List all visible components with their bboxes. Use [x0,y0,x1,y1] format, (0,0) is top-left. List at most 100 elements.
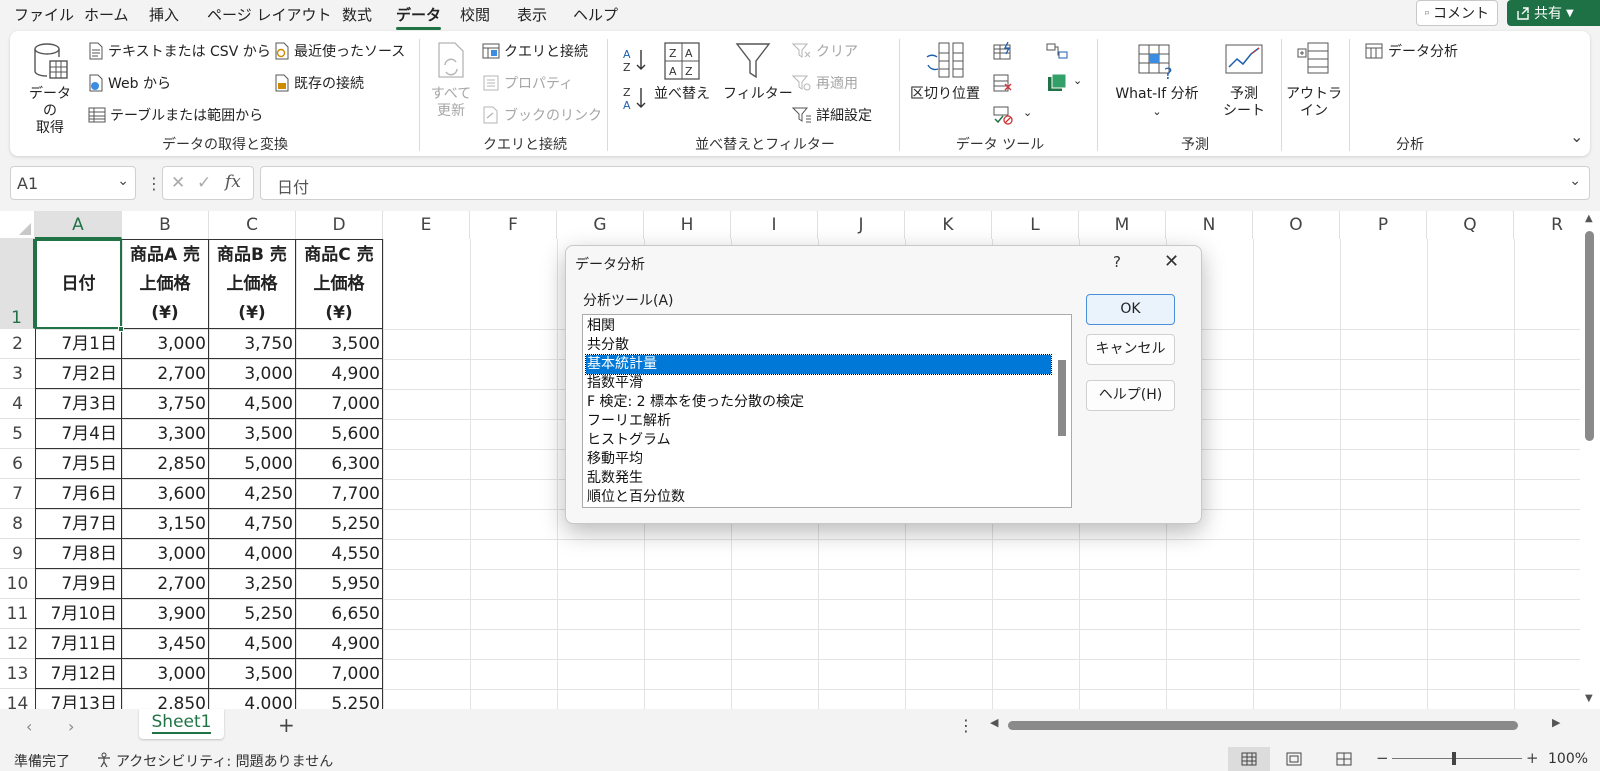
insert-function-icon[interactable]: fx [225,172,241,192]
cell-b14[interactable]: 2,850 [122,689,209,709]
remove-duplicates-icon[interactable] [992,73,1014,93]
row-header-11[interactable]: 11 [0,599,35,629]
zoom-level[interactable]: 100% [1548,751,1588,767]
column-header-b[interactable]: B [122,211,209,239]
vertical-scrollbar[interactable]: ▲ ▼ [1580,211,1600,709]
cell-b11[interactable]: 3,900 [122,599,209,629]
analysis-tools-list[interactable]: 相関 共分散 基本統計量 指数平滑 F 検定: 2 標本を使った分散の検定 フーリエ解析ヒ… [582,314,1072,508]
zoom-in-icon[interactable]: + [1526,749,1539,767]
cell-c12[interactable]: 4,500 [209,629,296,659]
cell-d6[interactable]: 6,300 [296,449,383,479]
chevron-down-icon[interactable]: ⌄ [117,173,129,189]
ok-button[interactable]: OK [1086,294,1175,325]
row-header-1[interactable]: 1 [0,239,35,329]
sheet-tab-sheet1[interactable]: Sheet1 [139,709,224,739]
row-header-12[interactable]: 12 [0,629,35,659]
scroll-down-icon[interactable]: ▼ [1585,693,1593,704]
analysis-tool-item[interactable]: 移動平均 [586,450,1051,469]
chevron-down-icon[interactable]: ⌄ [1073,74,1082,87]
cell-a11[interactable]: 7月10日 [35,599,122,629]
refresh-all-button[interactable]: すべて 更新 [428,41,474,120]
web-button[interactable]: Web から [88,73,171,93]
cell-d1[interactable]: 商品C 売 上価格 (¥) [296,239,383,329]
cell-d9[interactable]: 4,550 [296,539,383,569]
sort-descending-button[interactable]: ZA [622,85,648,111]
column-header-p[interactable]: P [1340,211,1427,239]
collapse-ribbon-icon[interactable]: ⌄ [1570,127,1583,146]
column-header-e[interactable]: E [383,211,470,239]
cell-b10[interactable]: 2,700 [122,569,209,599]
row-header-10[interactable]: 10 [0,569,35,599]
column-header-h[interactable]: H [644,211,731,239]
existing-connections-button[interactable]: 既存の接続 [274,73,364,93]
scroll-right-icon[interactable]: ▶ [1552,716,1560,729]
list-scrollbar[interactable] [1054,316,1070,506]
chevron-down-icon[interactable]: ⌄ [1023,106,1032,119]
select-all-corner[interactable] [0,211,35,239]
row-header-6[interactable]: 6 [0,449,35,479]
row-header-14[interactable]: 14 [0,689,35,709]
row-header-2[interactable]: 2 [0,329,35,359]
cell-d8[interactable]: 5,250 [296,509,383,539]
tab-view[interactable]: 表示 [517,4,547,25]
column-header-c[interactable]: C [209,211,296,239]
cell-d3[interactable]: 4,900 [296,359,383,389]
row-header-5[interactable]: 5 [0,419,35,449]
row-header-7[interactable]: 7 [0,479,35,509]
page-break-view-icon[interactable] [1336,752,1352,766]
cell-d10[interactable]: 5,950 [296,569,383,599]
row-header-9[interactable]: 9 [0,539,35,569]
cell-c2[interactable]: 3,750 [209,329,296,359]
cell-d12[interactable]: 4,900 [296,629,383,659]
tab-data[interactable]: データ [396,4,442,30]
data-validation-icon[interactable] [992,105,1014,125]
cell-a12[interactable]: 7月11日 [35,629,122,659]
tab-help[interactable]: ヘルプ [573,4,618,25]
cell-c5[interactable]: 3,500 [209,419,296,449]
more-options-icon[interactable]: ⋮ [146,174,162,193]
cell-b4[interactable]: 3,750 [122,389,209,419]
relationships-icon[interactable] [1046,41,1068,61]
cell-b8[interactable]: 3,150 [122,509,209,539]
cell-a2[interactable]: 7月1日 [35,329,122,359]
cell-b7[interactable]: 3,600 [122,479,209,509]
row-header-8[interactable]: 8 [0,509,35,539]
zoom-slider-handle[interactable] [1452,752,1456,765]
text-csv-button[interactable]: テキストまたは CSV から [88,41,271,61]
cell-c8[interactable]: 4,750 [209,509,296,539]
cell-b3[interactable]: 2,700 [122,359,209,389]
column-header-q[interactable]: Q [1427,211,1514,239]
cell-d5[interactable]: 5,600 [296,419,383,449]
prev-sheet-icon[interactable]: ‹ [26,717,32,736]
vertical-scroll-thumb[interactable] [1585,231,1594,441]
cell-c7[interactable]: 4,250 [209,479,296,509]
advanced-filter-button[interactable]: 詳細設定 [792,105,872,125]
horizontal-scroll-thumb[interactable] [1008,721,1518,730]
list-scroll-thumb[interactable] [1058,360,1066,436]
cell-d14[interactable]: 5,250 [296,689,383,709]
cell-d13[interactable]: 7,000 [296,659,383,689]
scroll-up-icon[interactable]: ▲ [1585,213,1593,224]
analysis-tool-item[interactable]: 指数平滑 [586,374,1051,393]
cell-c10[interactable]: 3,250 [209,569,296,599]
cell-a14[interactable]: 7月13日 [35,689,122,709]
comment-button[interactable]: コメント [1416,0,1498,26]
close-icon[interactable]: ✕ [1164,251,1179,272]
data-model-icon[interactable] [1046,73,1068,93]
zoom-out-icon[interactable]: − [1376,749,1389,767]
analysis-tool-item[interactable]: F 検定: 2 標本を使った分散の検定 [586,393,1051,412]
chevron-down-icon[interactable]: ▼ [1566,8,1574,19]
accessibility-icon[interactable] [96,752,112,768]
text-to-columns-button[interactable]: 区切り位置 [909,41,981,103]
analysis-tool-item[interactable]: 順位と百分位数 [586,488,1051,507]
outline-button[interactable]: アウトラ イン [1286,41,1342,120]
column-header-l[interactable]: L [992,211,1079,239]
row-header-3[interactable]: 3 [0,359,35,389]
recent-sources-button[interactable]: 最近使ったソース [274,41,405,61]
cell-d4[interactable]: 7,000 [296,389,383,419]
sort-ascending-button[interactable]: AZ [622,47,648,73]
more-options-icon[interactable]: ⋮ [958,716,974,735]
column-header-o[interactable]: O [1253,211,1340,239]
tab-file[interactable]: ファイル [14,4,74,25]
share-button[interactable]: 共有 ▼ [1507,0,1600,26]
